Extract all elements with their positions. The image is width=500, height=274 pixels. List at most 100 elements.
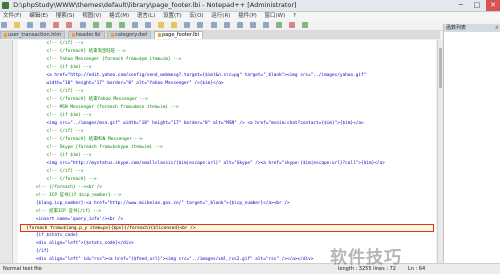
line-number: [0, 72, 11, 80]
line-number: [0, 40, 11, 48]
replace-icon[interactable]: [171, 22, 178, 28]
code-line[interactable]: <!-- {/if} -->: [20, 168, 434, 176]
panel-close-icon[interactable]: ×: [495, 24, 499, 32]
open-file-icon[interactable]: [14, 22, 21, 28]
undo-icon[interactable]: [131, 22, 138, 28]
close-file-icon[interactable]: [53, 22, 60, 28]
code-line[interactable]: <!-- 结束ICP 证书{/if} -->: [20, 208, 434, 216]
menu-file[interactable]: 文件(F): [0, 12, 24, 21]
line-number: [0, 168, 11, 176]
code-line[interactable]: <!-- {/foreach} -->: [20, 176, 434, 184]
cut-icon[interactable]: [92, 22, 99, 28]
code-line[interactable]: <!-- {if $im} -->: [20, 64, 434, 72]
save-icon[interactable]: [27, 22, 34, 28]
window-title: D:\phpStudy\WWW\themes\default\library\p…: [13, 1, 297, 9]
copy-icon[interactable]: [105, 22, 112, 28]
sync-horizontal-icon[interactable]: [223, 22, 230, 28]
menu-macro[interactable]: 宏(O): [186, 12, 206, 21]
code-line[interactable]: <!-- {/if} -->: [20, 40, 434, 48]
new-file-icon[interactable]: [1, 22, 7, 28]
line-number: [0, 248, 11, 256]
tab-header[interactable]: header.lbi: [67, 31, 105, 39]
menu-settings[interactable]: 设置(T): [160, 12, 185, 21]
code-line[interactable]: <!-- {/if} -->: [20, 128, 434, 136]
play-macro-icon[interactable]: [302, 22, 309, 28]
show-all-chars-icon[interactable]: [249, 22, 256, 28]
sync-vertical-icon[interactable]: [210, 22, 217, 28]
paste-icon[interactable]: [118, 22, 125, 28]
panel-row[interactable]: [444, 39, 500, 46]
line-number: [0, 232, 11, 240]
code-line[interactable]: <insert name='query_info'/><br />: [20, 216, 434, 224]
code-line[interactable]: {if $stats_code}: [20, 232, 434, 240]
code-line[interactable]: <!-- ICP 证书{if $icp_number} -->: [20, 192, 434, 200]
find-icon[interactable]: [158, 22, 165, 28]
document-icon: [111, 32, 115, 37]
code-line[interactable]: <a href="http://edit.yahoo.com/config/se…: [20, 72, 434, 80]
code-line[interactable]: <!-- {/foreach} 结束MSN Messenger -->: [20, 136, 434, 144]
word-wrap-icon[interactable]: [236, 22, 243, 28]
code-line[interactable]: <!-- Yahoo Messenger {foreach from=$ym i…: [20, 56, 434, 64]
fold-margin[interactable]: [13, 40, 18, 263]
code-line[interactable]: <img src="../images/msn.gif" width="18" …: [20, 120, 434, 128]
tab-page-footer[interactable]: page_footer.lbi: [153, 31, 203, 39]
toolbar: [0, 21, 500, 31]
code-line[interactable]: <!-- MSN Messenger {foreach from=$msn it…: [20, 104, 434, 112]
menu-edit[interactable]: 编辑(E): [26, 12, 51, 21]
save-all-icon[interactable]: [40, 22, 47, 28]
status-bar: Normal text file length : 3255 lines : 7…: [0, 263, 500, 274]
line-number: [0, 184, 11, 192]
panel-row[interactable]: [444, 32, 500, 39]
document-icon: [71, 32, 75, 37]
line-number: [0, 208, 11, 216]
tab-label: header.lbi: [75, 32, 101, 38]
code-line[interactable]: <!-- {/foreach} --><br />: [20, 184, 434, 192]
zoom-out-icon[interactable]: [197, 22, 204, 28]
close-button[interactable]: ✕: [486, 0, 500, 11]
tab-user-transaction[interactable]: user_transaction.htm: [0, 31, 66, 39]
line-number: [0, 104, 11, 112]
scrollbar-thumb[interactable]: [439, 48, 442, 88]
code-line[interactable]: <!-- {if $im} -->: [20, 112, 434, 120]
code-line[interactable]: <!-- {/foreach} 结束淘宝旺旺 -->: [20, 48, 434, 56]
tab-label: page_footer.lbi: [161, 32, 199, 38]
close-all-icon[interactable]: [66, 22, 73, 28]
code-line[interactable]: <!-- {/if} -->: [20, 88, 434, 96]
code-line[interactable]: width="18" height="17" border="0" alt="Y…: [20, 80, 434, 88]
stop-macro-icon[interactable]: [289, 22, 296, 28]
menu-plugins[interactable]: 插件(P): [235, 12, 260, 21]
record-macro-icon[interactable]: [275, 22, 282, 28]
menu-format[interactable]: 格式(M): [106, 12, 132, 21]
zoom-in-icon[interactable]: [184, 22, 191, 28]
line-number: [0, 88, 11, 96]
line-number: [0, 136, 11, 144]
code-line[interactable]: <!-- {if $im} -->: [20, 152, 434, 160]
redo-icon[interactable]: [145, 22, 152, 28]
line-number: [0, 48, 11, 56]
menu-search[interactable]: 搜索(S): [53, 12, 78, 21]
code-line[interactable]: <!-- Skype {foreach from=$skype item=im}…: [20, 144, 434, 152]
menu-help[interactable]: ?: [290, 12, 299, 21]
code-line[interactable]: {$lang.icp_number}:<a href="http://www.m…: [20, 200, 434, 208]
highlighted-code-line[interactable]: {foreach from=$lang.p_y item=pv}{$pv}{/f…: [20, 224, 434, 232]
menu-window[interactable]: 窗口(W): [262, 12, 289, 21]
line-number: [0, 200, 11, 208]
line-number: [0, 64, 11, 72]
code-line[interactable]: <img src="http://mystatus.skype.com/smal…: [20, 160, 434, 168]
function-list-panel: 函数列表 ×: [443, 24, 500, 263]
line-number: [0, 176, 11, 184]
menu-view[interactable]: 视图(V): [79, 12, 104, 21]
maximize-button[interactable]: □: [470, 0, 484, 11]
menu-language[interactable]: 语言(L): [134, 12, 158, 21]
print-icon[interactable]: [79, 22, 86, 28]
line-number: [0, 160, 11, 168]
indent-guide-icon[interactable]: [262, 22, 269, 28]
minimize-button[interactable]: ─: [454, 0, 468, 11]
line-number: [0, 152, 11, 160]
menu-run[interactable]: 运行(R): [208, 12, 233, 21]
line-number: [0, 224, 11, 232]
code-editor[interactable]: <!-- {/if} --> <!-- {/foreach} 结束淘宝旺旺 --…: [0, 40, 436, 263]
line-number: [0, 96, 11, 104]
code-line[interactable]: <!-- {/foreach} 结束Yahoo Messenger -->: [20, 96, 434, 104]
tab-category[interactable]: category.dwt: [107, 31, 152, 39]
